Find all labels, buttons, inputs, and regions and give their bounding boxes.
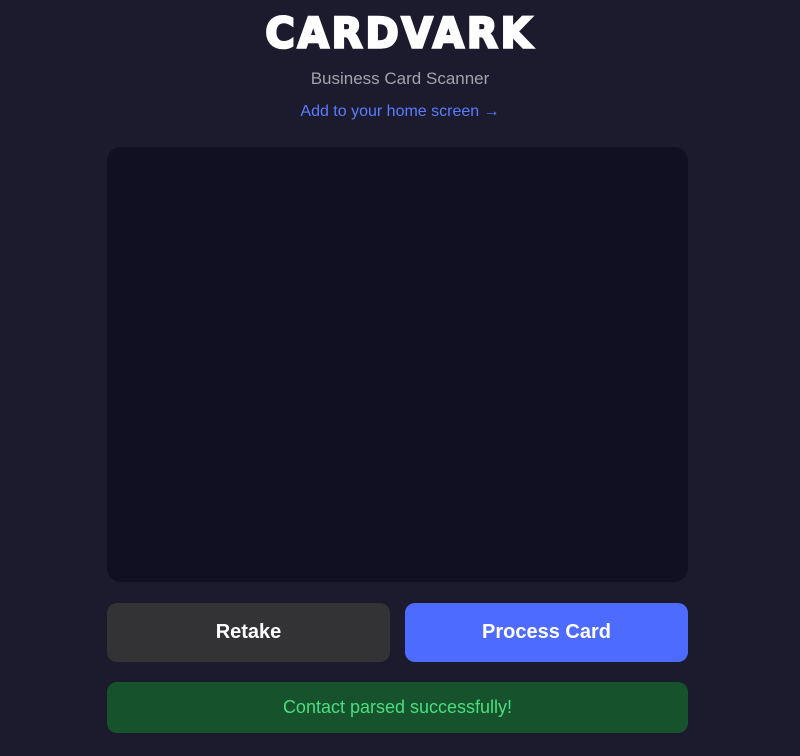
- app-container: CARDVARK Business Card Scanner Add to yo…: [0, 0, 800, 756]
- app-subtitle: Business Card Scanner: [310, 69, 490, 88]
- camera-preview: [107, 147, 688, 582]
- add-to-home-screen-link[interactable]: Add to your home screen →: [0, 101, 800, 123]
- app-logo: CARDVARK: [264, 9, 535, 60]
- retake-button[interactable]: Retake: [107, 603, 390, 662]
- process-card-button[interactable]: Process Card: [405, 603, 688, 662]
- status-message: Contact parsed successfully!: [107, 682, 688, 733]
